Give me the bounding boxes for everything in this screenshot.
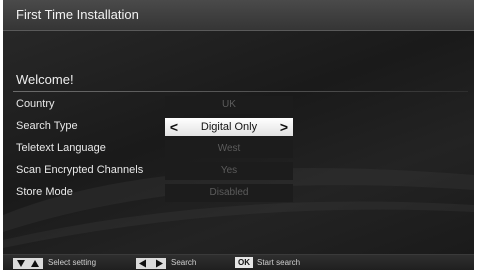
welcome-heading: Welcome! <box>16 72 74 87</box>
setting-row-search-type[interactable]: Search Type < Digital Only > <box>3 118 474 137</box>
setting-value-search-type: Digital Only <box>200 121 258 133</box>
footer-label: Search <box>171 258 197 267</box>
footer-select-setting: Select setting <box>13 257 133 269</box>
divider <box>13 91 468 92</box>
setting-value-scan-encrypted[interactable]: Yes <box>165 162 293 180</box>
setting-row-country[interactable]: Country UK <box>3 96 474 115</box>
setting-label: Country <box>16 98 55 110</box>
setting-row-store-mode[interactable]: Store Mode Disabled <box>3 184 474 203</box>
tv-menu-screen: First Time Installation Welcome! Country… <box>3 0 474 270</box>
setting-row-teletext-language[interactable]: Teletext Language West <box>3 140 474 159</box>
footer-start-search: OK Start search <box>235 257 325 269</box>
setting-label: Teletext Language <box>16 142 106 154</box>
setting-label: Search Type <box>16 120 78 132</box>
setting-value-country[interactable]: UK <box>165 96 293 114</box>
setting-label: Store Mode <box>16 186 73 198</box>
footer-search: Search <box>136 257 216 269</box>
setting-value-teletext-language[interactable]: West <box>165 140 293 158</box>
page-title: First Time Installation <box>16 7 139 22</box>
setting-value-store-mode[interactable]: Disabled <box>165 184 293 202</box>
left-arrow-icon[interactable]: < <box>167 118 181 136</box>
footer-label: Select setting <box>48 258 97 267</box>
setting-row-scan-encrypted[interactable]: Scan Encrypted Channels Yes <box>3 162 474 181</box>
setting-selector-search-type[interactable]: < Digital Only > <box>165 118 293 136</box>
title-bar: First Time Installation <box>3 0 474 31</box>
footer-help-bar: Select setting Search OK Start search <box>3 254 474 270</box>
left-right-keys-icon <box>136 258 166 269</box>
setting-label: Scan Encrypted Channels <box>16 164 144 176</box>
footer-label: Start search <box>257 258 301 267</box>
ok-key-icon: OK <box>235 257 253 268</box>
up-down-keys-icon <box>13 258 43 269</box>
right-arrow-icon[interactable]: > <box>277 118 291 136</box>
